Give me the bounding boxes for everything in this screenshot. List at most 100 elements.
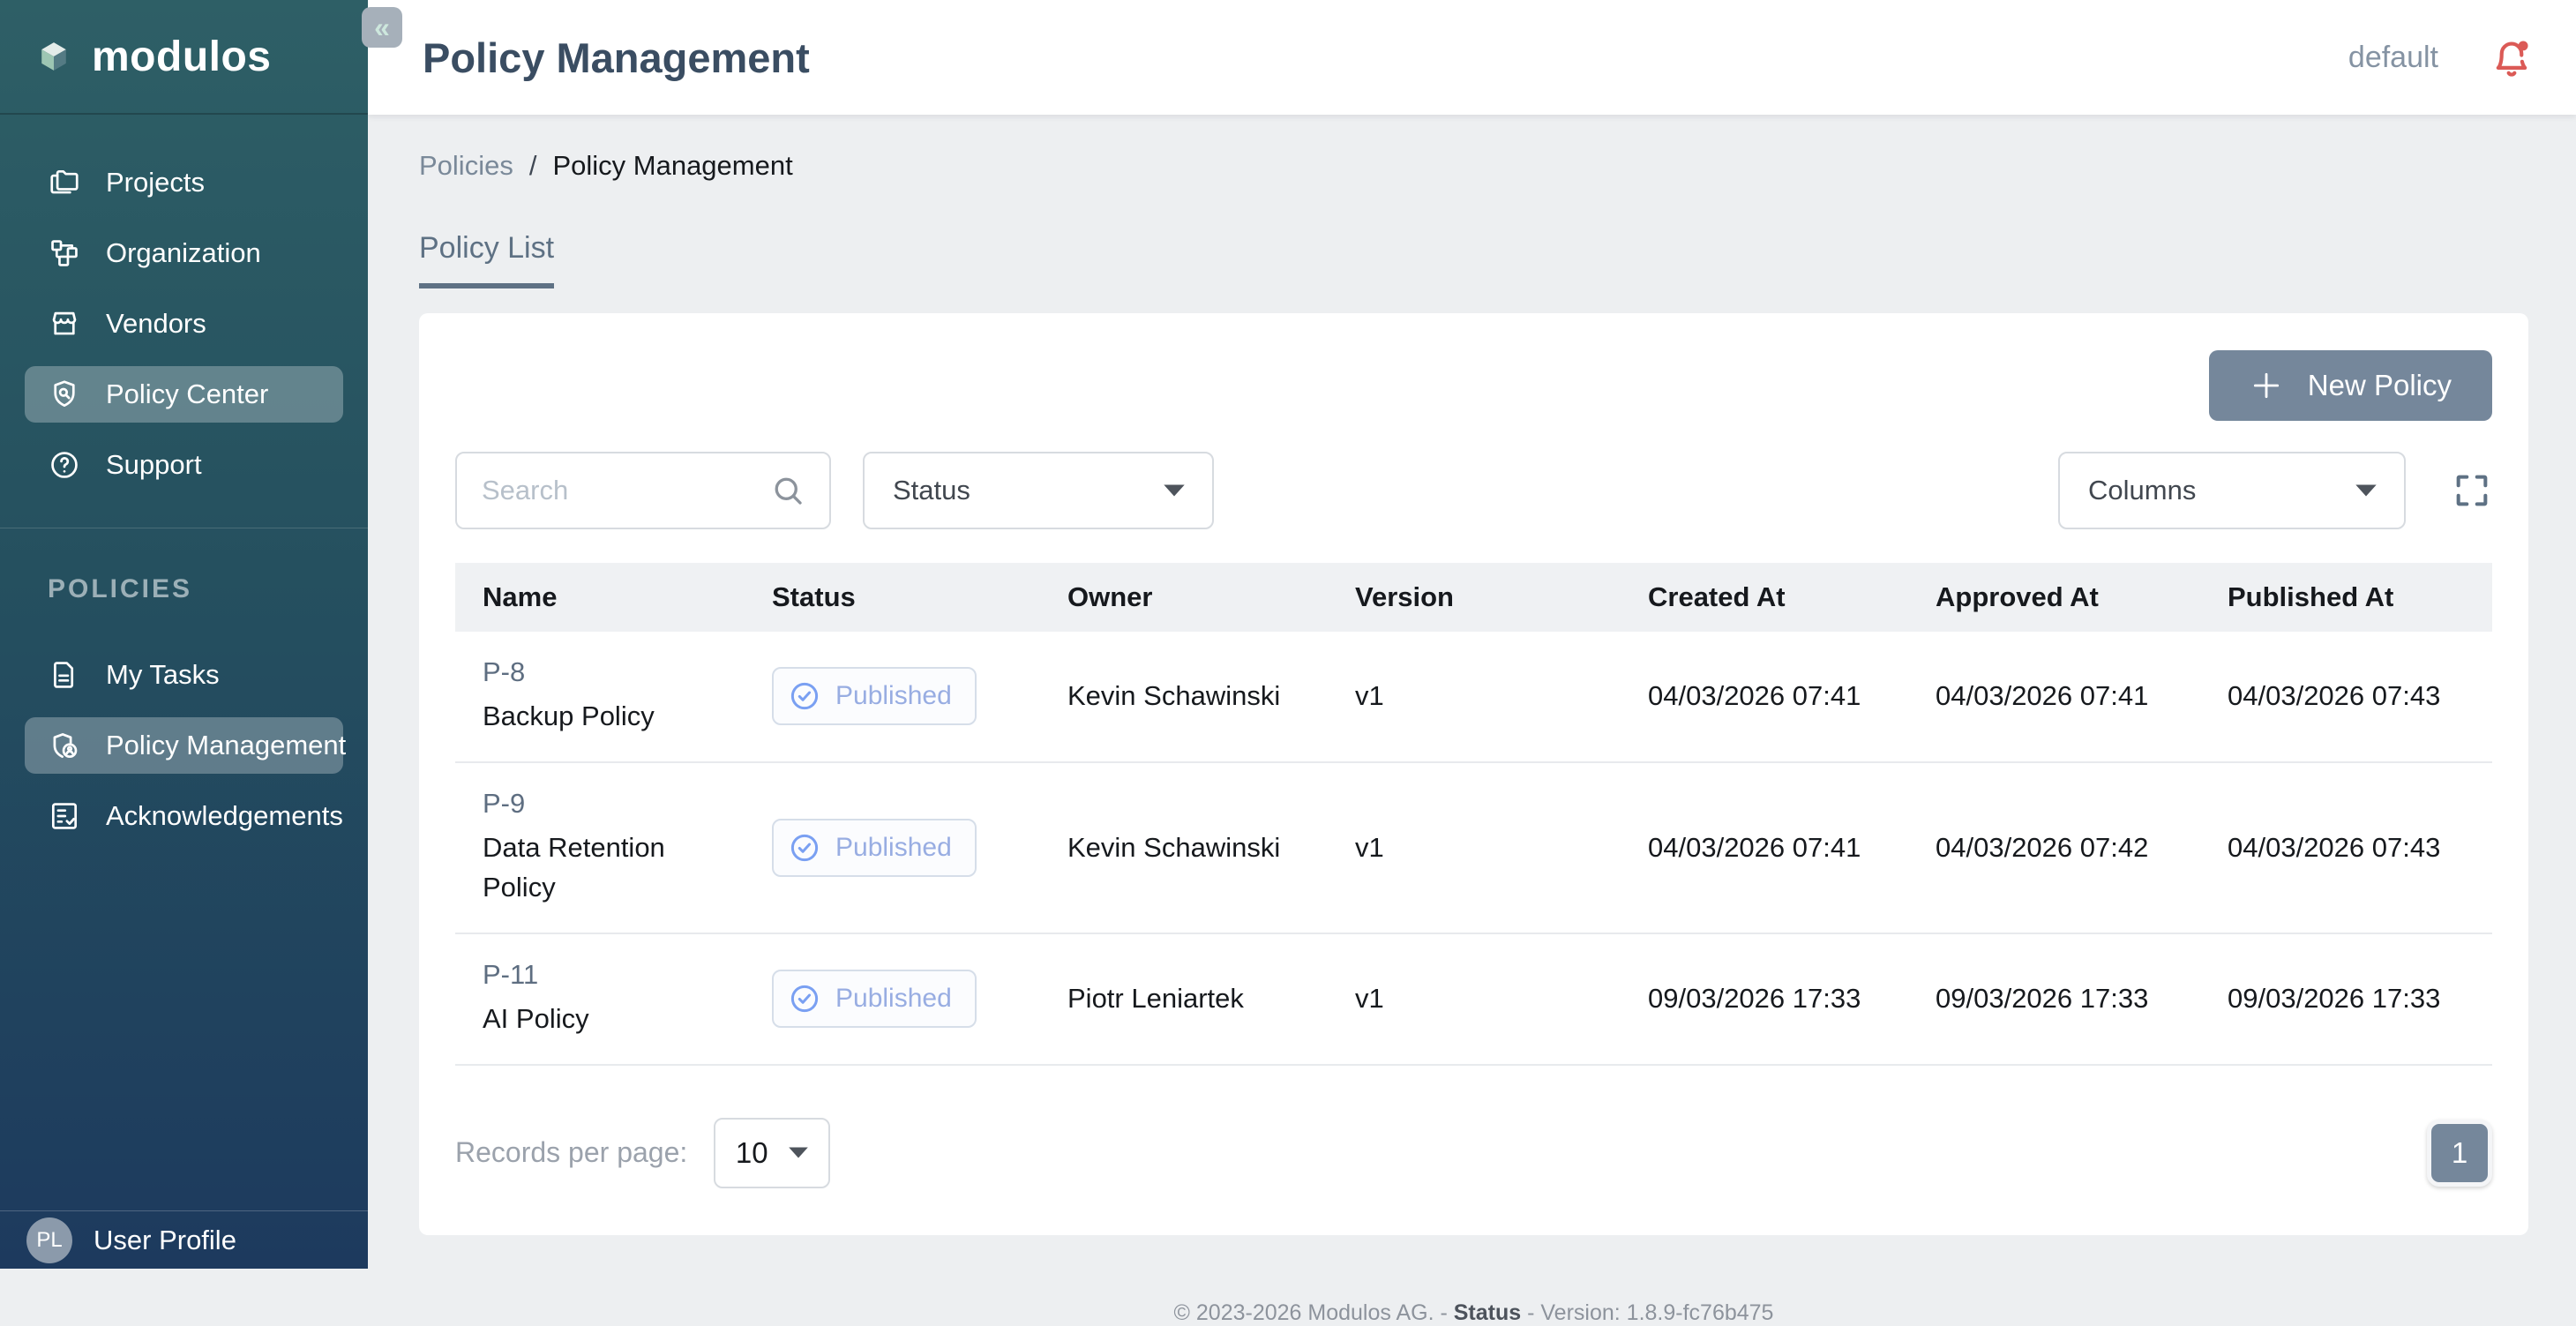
sidebar-item-policy-center[interactable]: Policy Center [25, 366, 343, 423]
sidebar: modulos Projects Organization [0, 0, 368, 1269]
sidebar-section-policies: POLICIES [48, 574, 368, 604]
breadcrumb-current: Policy Management [552, 150, 792, 182]
chevron-down-icon [788, 1146, 809, 1159]
cell-name: P-8 Backup Policy [455, 632, 745, 762]
sidebar-nav-policies: My Tasks Policy Management Acknowledgeme… [0, 604, 368, 844]
policy-id: P-11 [483, 959, 723, 991]
check-circle-icon [788, 982, 821, 1015]
avatar: PL [26, 1217, 72, 1263]
sidebar-item-my-tasks[interactable]: My Tasks [25, 647, 343, 703]
sidebar-item-projects[interactable]: Projects [25, 154, 343, 211]
cell-name: P-11 AI Policy [455, 933, 745, 1065]
cell-status: Published [745, 762, 1040, 933]
cell-created-at: 04/03/2026 07:41 [1621, 632, 1908, 762]
cell-created-at: 04/03/2026 07:41 [1621, 762, 1908, 933]
status-badge-label: Published [835, 984, 952, 1014]
new-policy-button[interactable]: New Policy [2209, 350, 2492, 421]
sidebar-item-acknowledgements[interactable]: Acknowledgements [25, 788, 343, 844]
records-per-page-value: 10 [736, 1136, 768, 1170]
sidebar-item-label: Vendors [106, 308, 206, 340]
table-row[interactable]: P-9 Data Retention Policy Published Kevi… [455, 762, 2492, 933]
document-icon [48, 658, 81, 692]
policy-id: P-9 [483, 788, 723, 820]
cell-published-at: 09/03/2026 17:33 [2200, 933, 2492, 1065]
breadcrumb-policies[interactable]: Policies [419, 150, 513, 182]
cell-version: v1 [1328, 632, 1621, 762]
tab-policy-list[interactable]: Policy List [419, 231, 554, 288]
user-profile-label: User Profile [94, 1225, 236, 1256]
sidebar-item-vendors[interactable]: Vendors [25, 296, 343, 352]
footer-copyright: © 2023-2026 Modulos AG. [1174, 1300, 1434, 1325]
card-actions: New Policy [455, 350, 2492, 421]
status-filter-select[interactable]: Status [863, 452, 1214, 529]
column-header-approved-at: Approved At [1908, 563, 2200, 632]
sidebar-item-policy-management[interactable]: Policy Management [25, 717, 343, 774]
policy-name: AI Policy [483, 1000, 723, 1039]
policy-table: Name Status Owner Version Created At App… [455, 563, 2492, 1066]
org-chart-icon [48, 236, 81, 270]
status-badge-label: Published [835, 833, 952, 863]
records-per-page-label: Records per page: [455, 1136, 687, 1169]
status-badge: Published [772, 970, 977, 1028]
cell-owner: Piotr Leniartek [1040, 933, 1328, 1065]
column-header-owner: Owner [1040, 563, 1328, 632]
storefront-icon [48, 307, 81, 341]
cell-published-at: 04/03/2026 07:43 [2200, 632, 2492, 762]
column-header-version: Version [1328, 563, 1621, 632]
sidebar-item-label: Acknowledgements [106, 800, 343, 832]
page-title: Policy Management [423, 34, 2348, 82]
columns-select[interactable]: Columns [2058, 452, 2406, 529]
user-profile[interactable]: PL User Profile [0, 1210, 368, 1269]
page-1-button[interactable]: 1 [2427, 1120, 2492, 1187]
topbar: Policy Management default [368, 0, 2576, 115]
help-circle-icon [48, 448, 81, 482]
footer-status-label: Status [1454, 1300, 1521, 1325]
cell-published-at: 04/03/2026 07:43 [2200, 762, 2492, 933]
sidebar-item-label: Support [106, 449, 202, 481]
policy-list-card: New Policy Status Columns [419, 313, 2528, 1235]
sidebar-item-label: Projects [106, 167, 205, 199]
footer-separator: - [1440, 1300, 1447, 1325]
notification-bell-icon[interactable] [2490, 35, 2534, 79]
cell-created-at: 09/03/2026 17:33 [1621, 933, 1908, 1065]
sidebar-nav-main: Projects Organization Vendors [0, 115, 368, 493]
footer-separator: - [1527, 1300, 1534, 1325]
column-header-created-at: Created At [1621, 563, 1908, 632]
modulos-cube-icon [37, 29, 71, 84]
table-row[interactable]: P-8 Backup Policy Published Kevin Schawi… [455, 632, 2492, 762]
table-row[interactable]: P-11 AI Policy Published Piotr Leniartek… [455, 933, 2492, 1065]
columns-label: Columns [2088, 475, 2196, 506]
sidebar-item-organization[interactable]: Organization [25, 225, 343, 281]
status-badge-label: Published [835, 681, 952, 711]
cell-version: v1 [1328, 762, 1621, 933]
search-icon[interactable] [769, 472, 806, 509]
policy-id: P-8 [483, 656, 723, 688]
fullscreen-icon[interactable] [2452, 470, 2492, 511]
cell-owner: Kevin Schawinski [1040, 632, 1328, 762]
cell-approved-at: 09/03/2026 17:33 [1908, 933, 2200, 1065]
cell-status: Published [745, 632, 1040, 762]
tab-bar: Policy List [419, 231, 2528, 288]
search-box [455, 452, 831, 529]
policy-name: Backup Policy [483, 697, 723, 737]
main-content: Policies / Policy Management Policy List… [368, 115, 2576, 1269]
sidebar-item-label: My Tasks [106, 659, 220, 691]
records-per-page-select[interactable]: 10 [714, 1118, 830, 1188]
status-badge: Published [772, 819, 977, 877]
column-header-published-at: Published At [2200, 563, 2492, 632]
cell-owner: Kevin Schawinski [1040, 762, 1328, 933]
table-header: Name Status Owner Version Created At App… [455, 563, 2492, 632]
cell-approved-at: 04/03/2026 07:42 [1908, 762, 2200, 933]
sidebar-item-label: Organization [106, 237, 261, 269]
sidebar-item-label: Policy Management [106, 730, 346, 761]
check-circle-icon [788, 831, 821, 865]
checklist-icon [48, 799, 81, 833]
search-input[interactable] [482, 475, 769, 506]
table-filters: Status Columns [455, 452, 2492, 529]
pagination: Records per page: 10 1 [455, 1118, 2492, 1188]
new-policy-label: New Policy [2308, 369, 2452, 402]
folder-icon [48, 166, 81, 199]
sidebar-collapse-button[interactable]: « [362, 7, 402, 48]
sidebar-item-label: Policy Center [106, 378, 268, 410]
sidebar-item-support[interactable]: Support [25, 437, 343, 493]
